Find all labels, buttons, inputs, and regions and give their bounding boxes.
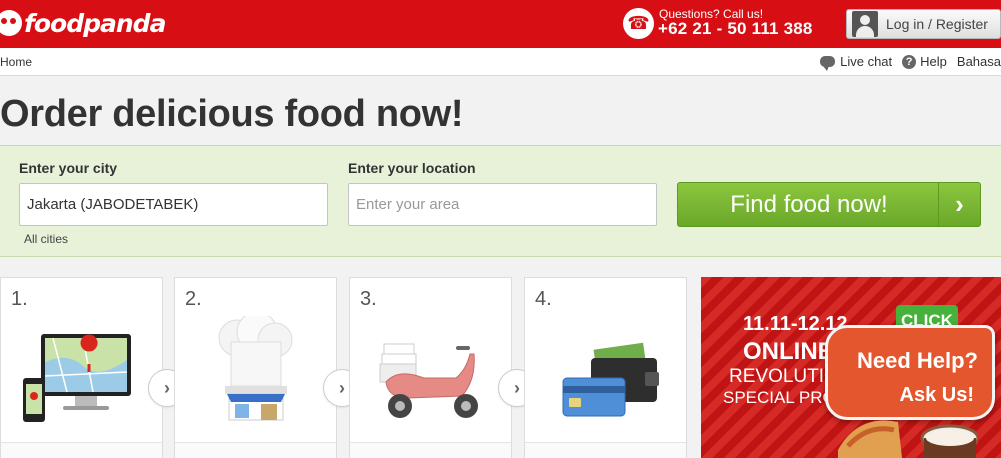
all-cities-link[interactable]: All cities: [24, 232, 68, 246]
step-card-1: 1.: [0, 277, 163, 458]
logo-text: foodpanda: [24, 8, 166, 38]
location-input[interactable]: [356, 196, 656, 213]
help-link[interactable]: ? Help: [902, 54, 947, 69]
find-food-label: Find food now!: [730, 190, 888, 218]
live-chat-link[interactable]: Live chat: [820, 54, 893, 71]
breadcrumb-home[interactable]: Home: [0, 55, 32, 69]
chat-icon: [820, 56, 836, 71]
card-footer: [525, 442, 686, 458]
step-card-3: 3.: [349, 277, 512, 458]
page-title: Order delicious food now!: [0, 93, 464, 135]
nav-links: Live chat ? Help Bahasa: [810, 54, 1001, 71]
nav-bar: Home Live chat ? Help Bahasa: [0, 48, 1001, 76]
city-field[interactable]: [19, 183, 328, 226]
phone-icon: ☎: [623, 8, 654, 39]
city-label: Enter your city: [19, 160, 118, 176]
wallet-card-icon: [562, 342, 659, 417]
step-number: 1.: [11, 288, 28, 310]
user-icon: [852, 11, 878, 37]
live-chat-label: Live chat: [840, 54, 893, 69]
delivery-scooter-icon: [379, 343, 478, 418]
chevron-right-icon: ›: [938, 183, 980, 226]
find-food-button[interactable]: Find food now! ›: [677, 182, 981, 227]
ask-us-label: Ask Us!: [899, 384, 974, 406]
step-card-2: 2.: [174, 277, 337, 458]
chef-restaurant-icon: [218, 316, 293, 421]
step-number: 4.: [535, 288, 552, 310]
search-panel: Enter your city All cities Enter your lo…: [0, 145, 1001, 257]
top-bar: foodpanda ☎ Questions? Call us! +62 21 -…: [0, 0, 1001, 48]
food-image: [838, 420, 978, 458]
foodpanda-logo[interactable]: foodpanda: [0, 6, 166, 40]
help-icon: ?: [902, 54, 917, 69]
location-label: Enter your location: [348, 160, 476, 176]
card-footer: [1, 442, 162, 458]
card-footer: [350, 442, 511, 458]
language-label: Bahasa: [956, 54, 1001, 69]
city-input[interactable]: [27, 196, 327, 213]
phone-number[interactable]: +62 21 - 50 111 388: [658, 19, 813, 39]
step-number: 3.: [360, 288, 377, 310]
language-link[interactable]: Bahasa: [957, 54, 1001, 69]
login-register-button[interactable]: Log in / Register: [846, 9, 1001, 39]
need-help-widget[interactable]: Need Help? Ask Us!: [825, 325, 995, 420]
location-field[interactable]: [348, 183, 657, 226]
step-card-4: 4.: [524, 277, 687, 458]
step-number: 2.: [185, 288, 202, 310]
card-footer: [175, 442, 336, 458]
need-help-label: Need Help?: [856, 348, 978, 373]
login-register-label: Log in / Register: [886, 16, 988, 32]
help-label: Help: [920, 54, 947, 69]
panda-face-icon: [0, 10, 22, 36]
devices-map-icon: [23, 334, 131, 422]
